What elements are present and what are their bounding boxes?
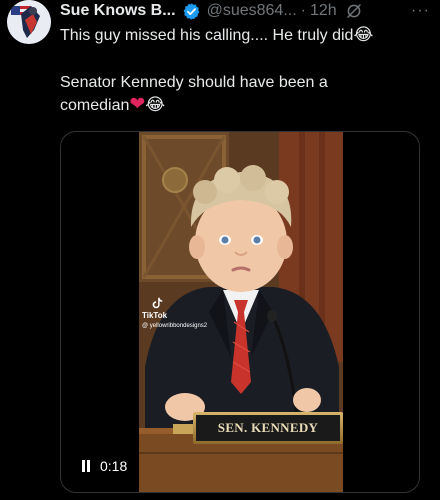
video-player[interactable]: TikTok @ yellowribbondesigns2 SEN. KENNE…: [139, 132, 343, 492]
video-controls: 0:18: [81, 458, 127, 474]
pause-icon[interactable]: [81, 460, 91, 472]
heart-emoji-icon: ❤: [129, 93, 146, 115]
tiktok-logo-icon: [152, 297, 163, 309]
post-time[interactable]: 12h: [310, 2, 337, 20]
author-handle[interactable]: @sues864...: [207, 2, 297, 20]
tweet-text-line-3: comedian❤😂: [60, 94, 430, 116]
laughing-emoji-icon: 😂: [353, 25, 374, 45]
more-icon[interactable]: ···: [411, 2, 432, 20]
tiktok-brand-text: TikTok: [142, 311, 168, 320]
nameplate: SEN. KENNEDY: [193, 412, 343, 444]
tweet-text-line-2: Senator Kennedy should have been a: [60, 74, 328, 91]
author-name[interactable]: Sue Knows B...: [60, 2, 176, 20]
avatar-image: [7, 0, 51, 44]
author-avatar[interactable]: [7, 0, 51, 44]
post-header: Sue Knows B... @sues864... · 12h ···: [60, 0, 432, 22]
tweet-text-3: comedian: [60, 97, 130, 114]
nameplate-text: SEN. KENNEDY: [196, 415, 340, 441]
verified-badge-icon: [183, 2, 199, 20]
separator-dot: ·: [300, 2, 306, 19]
media-card[interactable]: TikTok @ yellowribbondesigns2 SEN. KENNE…: [60, 131, 420, 493]
tweet-text-1: This guy missed his calling.... He truly…: [60, 27, 354, 44]
video-elapsed-time: 0:18: [100, 458, 128, 474]
tiktok-watermark: TikTok @ yellowribbondesigns2: [142, 296, 207, 331]
laughing-emoji-icon-2: 😂: [145, 95, 166, 115]
tweet-text-line-1: This guy missed his calling.... He truly…: [60, 25, 430, 46]
grok-icon[interactable]: [345, 2, 363, 20]
tiktok-username: @ yellowribbondesigns2: [142, 323, 208, 329]
